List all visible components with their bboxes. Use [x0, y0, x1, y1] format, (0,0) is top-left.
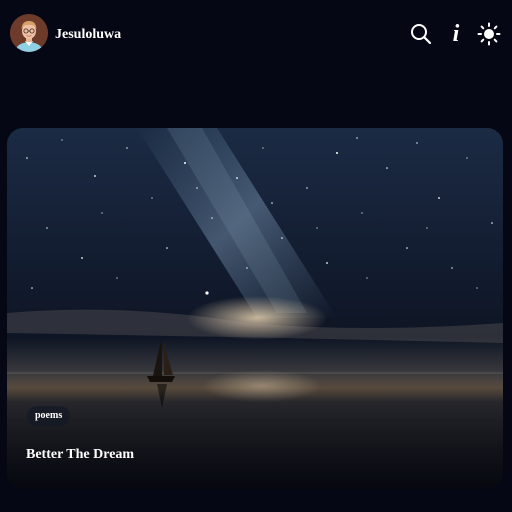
avatar[interactable]	[10, 14, 48, 52]
post-title[interactable]: Better The Dream	[26, 446, 134, 464]
top-bar: Jesuloluwa i	[0, 0, 512, 70]
night-sky-sailboat-image	[7, 128, 503, 489]
sun-icon[interactable]	[477, 22, 501, 46]
username[interactable]: Jesuloluwa	[55, 26, 121, 44]
info-icon[interactable]: i	[444, 22, 468, 46]
search-icon[interactable]	[409, 22, 433, 46]
category-tag[interactable]: poems	[27, 406, 71, 426]
post-card[interactable]: poems Better The Dream	[7, 128, 503, 489]
avatar-illustration	[10, 14, 48, 52]
